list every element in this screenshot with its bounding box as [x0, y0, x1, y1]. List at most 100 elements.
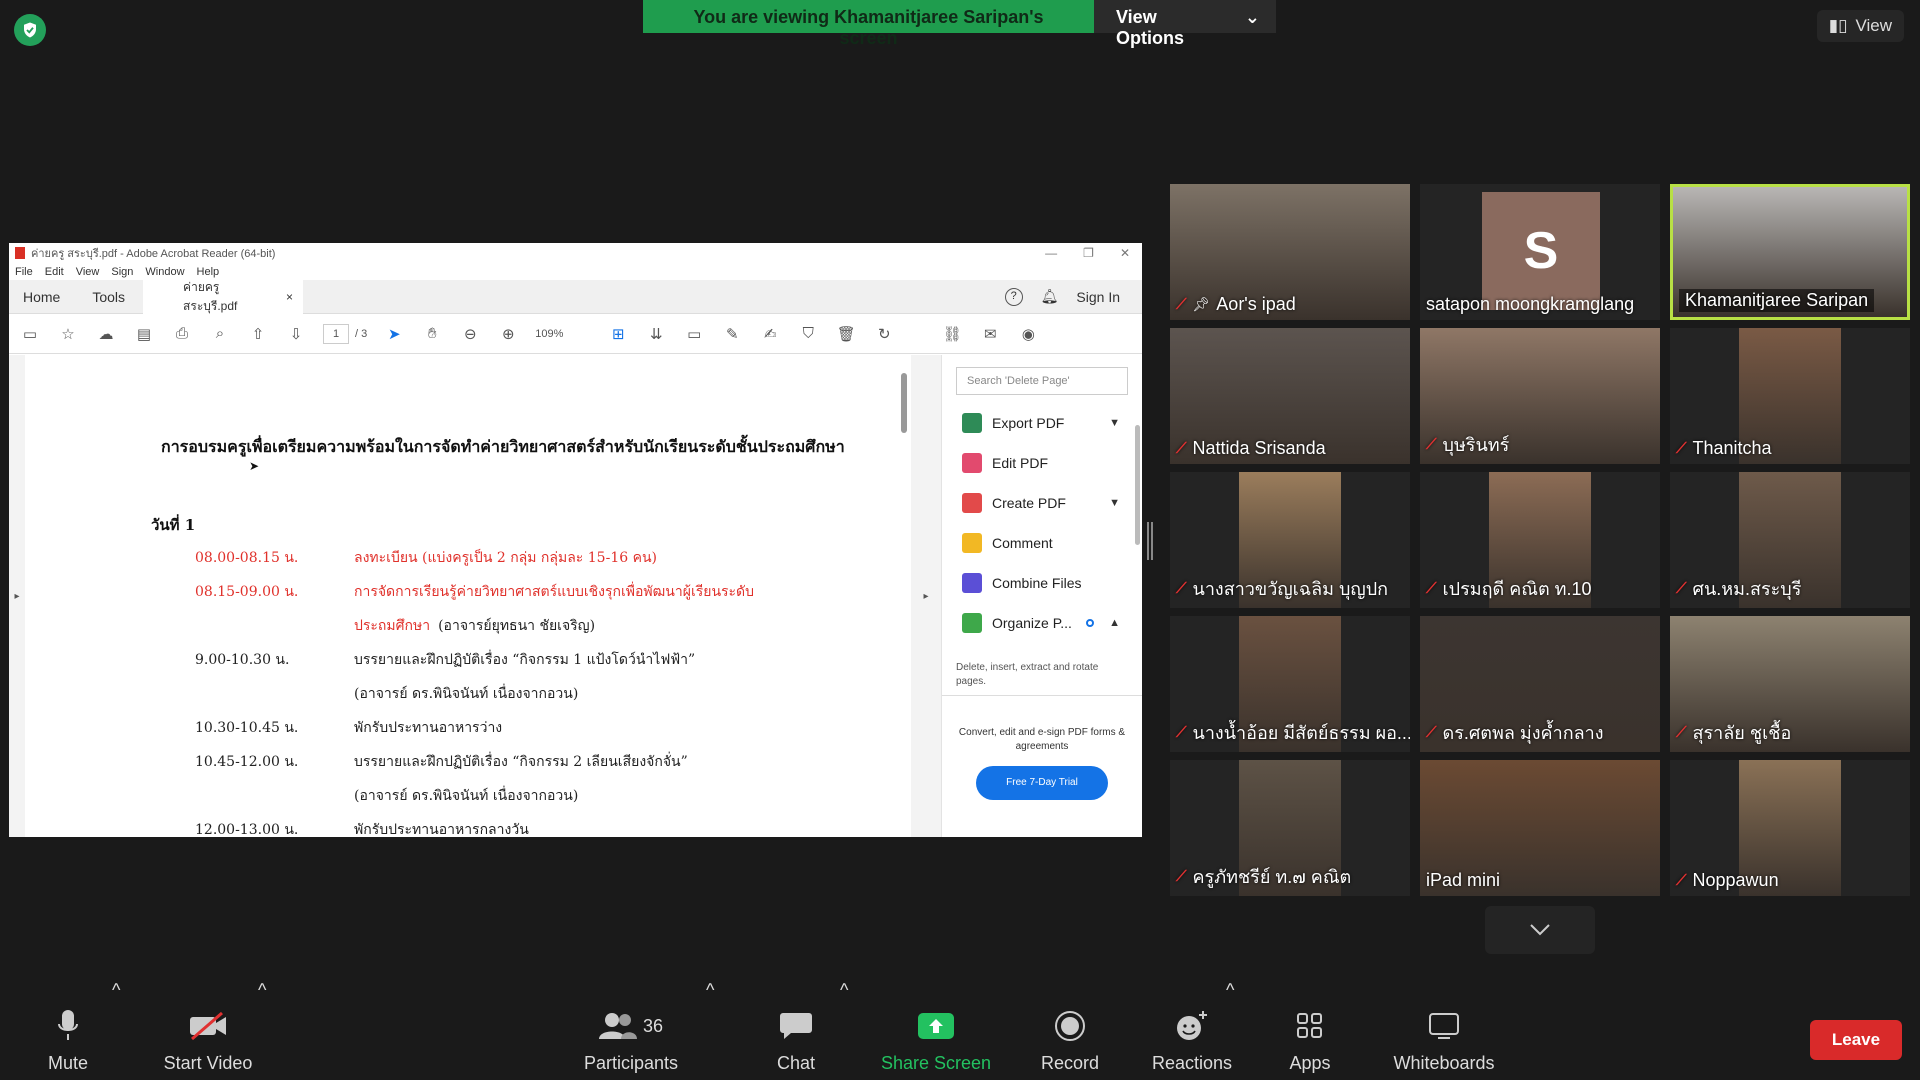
mute-button[interactable]: Mute [44, 1005, 92, 1074]
tab-tools[interactable]: Tools [74, 289, 143, 305]
rotate-icon[interactable]: ↻ [873, 325, 895, 343]
create-file-icon[interactable]: ▤ [133, 325, 155, 343]
share-screen-button[interactable]: Share Screen [880, 1005, 992, 1074]
document-scrollbar[interactable] [901, 373, 907, 433]
schedule-description: พักรับประทานอาหารว่าง [354, 717, 502, 739]
page-down-icon[interactable]: ⇩ [285, 325, 307, 343]
save-icon[interactable]: ▭ [19, 325, 41, 343]
tools-search-input[interactable]: Search 'Delete Page' [956, 367, 1128, 395]
upload-cloud-icon[interactable]: ☁ [95, 325, 117, 343]
menu-edit[interactable]: Edit [45, 266, 64, 278]
tools-scrollbar[interactable] [1135, 425, 1140, 545]
participant-name: ⟋ ศน.หม.สระบุรี [1676, 574, 1801, 603]
apps-button[interactable]: Apps [1282, 1005, 1338, 1074]
participant-tile[interactable]: ⟋ บุษรินทร์ [1420, 328, 1660, 464]
hand-tool-icon[interactable]: ✋︎ [421, 325, 443, 342]
schedule-time: 08.15-09.00 น. [195, 584, 299, 600]
fit-page-icon[interactable]: ⊞ [607, 325, 629, 343]
whiteboards-button[interactable]: Whiteboards [1386, 1005, 1502, 1074]
bell-icon[interactable]: 🔔︎ [1041, 288, 1059, 305]
reactions-button[interactable]: Reactions [1150, 1005, 1234, 1074]
record-button[interactable]: Record [1040, 1005, 1100, 1074]
draw-icon[interactable]: ✍ [759, 325, 781, 343]
right-panel-toggle[interactable]: ▸ [911, 355, 941, 837]
tool-item[interactable]: Export PDF ▼ [942, 403, 1142, 443]
security-shield-icon[interactable] [14, 14, 46, 46]
muted-mic-icon: ⟋ [1676, 440, 1687, 457]
chat-button[interactable]: Chat [770, 1005, 822, 1074]
participant-tile[interactable]: Khamanitjaree Saripan [1670, 184, 1910, 320]
participants-options-caret[interactable]: ^ [706, 980, 714, 1001]
tool-item[interactable]: Organize P... ▲ [942, 603, 1142, 643]
gallery-resize-handle[interactable] [1147, 522, 1153, 560]
menu-window[interactable]: Window [145, 266, 184, 278]
participant-tile[interactable]: ⟋ นางน้ำอ้อย มีสัตย์ธรรม ผอ.... [1170, 616, 1410, 752]
participant-tile[interactable]: ⟋ เปรมฤดี คณิต ท.10 [1420, 472, 1660, 608]
tool-item[interactable]: Comment [942, 523, 1142, 563]
tool-item[interactable]: Combine Files [942, 563, 1142, 603]
page-up-icon[interactable]: ⇧ [247, 325, 269, 343]
tool-label: Edit PDF [992, 455, 1049, 471]
select-arrow-icon[interactable]: ➤ [383, 325, 405, 343]
free-trial-button[interactable]: Free 7-Day Trial [976, 766, 1108, 800]
highlight-pen-icon[interactable]: ✎ [721, 325, 743, 343]
zoom-level-select[interactable]: 109% [535, 328, 591, 340]
participant-tile[interactable]: ⟋ ครูภัทชรีย์ ท.๗ คณิต [1170, 760, 1410, 896]
menu-help[interactable]: Help [197, 266, 220, 278]
chevron-down-icon[interactable]: ▼ [1109, 417, 1120, 429]
tab-home[interactable]: Home [9, 289, 74, 305]
tool-item[interactable]: Edit PDF [942, 443, 1142, 483]
print-icon[interactable]: ⎙ [171, 325, 193, 342]
participant-tile[interactable]: ⟋ ศน.หม.สระบุรี [1670, 472, 1910, 608]
zoom-out-icon[interactable]: ⊖ [459, 325, 481, 343]
share-link-icon[interactable]: ⛓ [941, 325, 963, 343]
video-options-caret[interactable]: ^ [258, 980, 266, 1001]
view-layout-button[interactable]: ▮▯ View [1816, 10, 1904, 42]
help-icon[interactable]: ? [1004, 287, 1023, 306]
left-panel-toggle[interactable]: ▸ [9, 355, 25, 837]
add-user-icon[interactable]: ◉ [1017, 325, 1039, 343]
participant-tile[interactable]: ⟋ Noppawun [1670, 760, 1910, 896]
zoom-in-icon[interactable]: ⊕ [497, 325, 519, 343]
sign-in-button[interactable]: Sign In [1076, 289, 1120, 305]
scroll-mode-icon[interactable]: ⇊ [645, 325, 667, 343]
gallery-next-page-button[interactable] [1485, 906, 1595, 954]
delete-icon[interactable]: 🗑︎ [835, 325, 857, 343]
participant-tile[interactable]: ⟋ ดร.ศตพล มุ่งค้ำกลาง [1420, 616, 1660, 752]
participant-name-text: Khamanitjaree Saripan [1685, 290, 1869, 310]
participant-tile[interactable]: ⟋ นางสาวขวัญเฉลิม บุญปก [1170, 472, 1410, 608]
restore-icon[interactable]: ❐ [1083, 246, 1094, 260]
chevron-up-icon[interactable]: ▲ [1109, 617, 1120, 629]
chat-options-caret[interactable]: ^ [840, 980, 848, 1001]
leave-button[interactable]: Leave [1810, 1020, 1902, 1060]
menu-sign[interactable]: Sign [111, 266, 133, 278]
participant-tile[interactable]: ⟋ 📌︎ Aor's ipad [1170, 184, 1410, 320]
close-icon[interactable]: ✕ [1120, 246, 1130, 260]
comment-icon[interactable]: ▭ [683, 325, 705, 343]
tab-document[interactable]: ค่ายครู สระบุรี.pdf × [143, 279, 304, 314]
tool-icon [962, 533, 982, 553]
participant-name: ⟋ สุราลัย ชูเชื้อ [1676, 718, 1791, 747]
menu-file[interactable]: File [15, 266, 33, 278]
participant-tile[interactable]: ⟋ สุราลัย ชูเชื้อ [1670, 616, 1910, 752]
zoom-search-icon[interactable]: ⌕ [209, 325, 231, 342]
participants-button[interactable]: 36 Participants [582, 1005, 680, 1074]
menu-view[interactable]: View [76, 266, 100, 278]
audio-options-caret[interactable]: ^ [112, 980, 120, 1001]
close-tab-icon[interactable]: × [286, 290, 293, 304]
minimize-icon[interactable]: — [1045, 246, 1057, 260]
participant-tile[interactable]: ⟋ Thanitcha [1670, 328, 1910, 464]
pdf-document-page[interactable]: การอบรมครูเพื่อเตรียมความพร้อมในการจัดทำ… [25, 355, 911, 837]
star-icon[interactable]: ☆ [57, 325, 79, 343]
view-options-button[interactable]: View Options ⌄ [1094, 0, 1276, 48]
participant-tile[interactable]: Ssatapon moongkramglang [1420, 184, 1660, 320]
participant-tile[interactable]: iPad mini [1420, 760, 1660, 896]
stamp-icon[interactable]: ⛉ [797, 325, 819, 342]
chevron-down-icon[interactable]: ▼ [1109, 497, 1120, 509]
reactions-options-caret[interactable]: ^ [1226, 980, 1234, 1001]
page-number-input[interactable]: 1 [323, 323, 349, 344]
participant-tile[interactable]: ⟋ Nattida Srisanda [1170, 328, 1410, 464]
start-video-button[interactable]: Start Video [158, 1005, 258, 1074]
email-icon[interactable]: ✉ [979, 325, 1001, 343]
tool-item[interactable]: Create PDF ▼ [942, 483, 1142, 523]
